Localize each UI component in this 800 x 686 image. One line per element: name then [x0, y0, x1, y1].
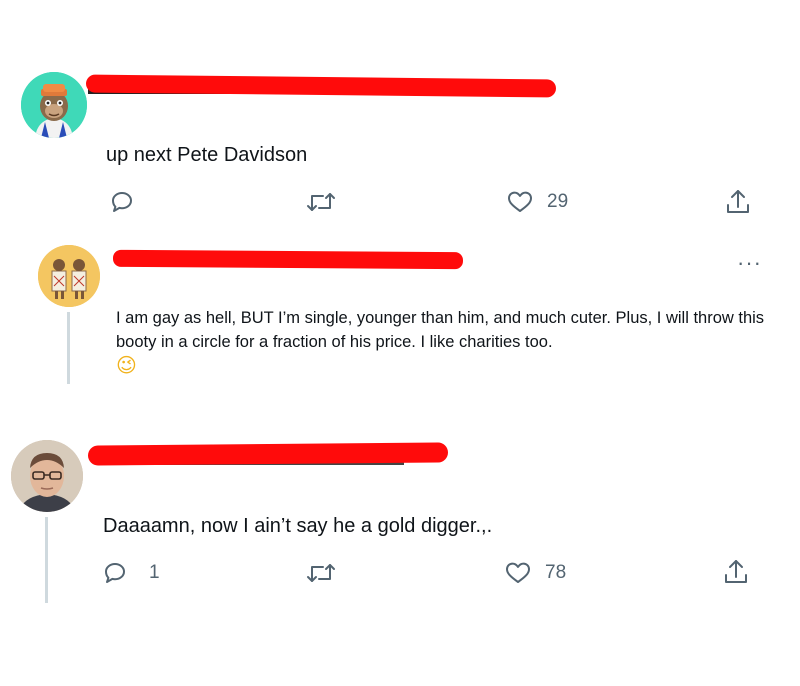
- heart-icon: [508, 191, 532, 212]
- heart-icon: [506, 562, 530, 583]
- reply-text: I am gay as hell, BUT I’m single, younge…: [116, 306, 776, 379]
- author-redaction: [87, 442, 449, 466]
- reply-count: 1: [149, 562, 160, 583]
- like-button[interactable]: 29: [507, 190, 568, 214]
- reply-text-body: I am gay as hell, BUT I’m single, younge…: [116, 309, 765, 351]
- share-icon: [725, 560, 747, 583]
- man-avatar[interactable]: [11, 440, 83, 512]
- man-with-glasses-avatar-icon: [11, 440, 83, 512]
- retweet-button[interactable]: [306, 190, 350, 214]
- retweet-icon: [307, 564, 335, 582]
- author-redaction: [112, 249, 464, 270]
- ape-avatar-icon: [21, 72, 87, 138]
- ape-avatar[interactable]: [21, 72, 87, 138]
- wink-emoji-icon: 😉: [116, 355, 137, 377]
- share-button[interactable]: [725, 188, 751, 216]
- retweet-button[interactable]: [306, 561, 350, 585]
- retweet-icon: [307, 193, 335, 211]
- reply-text: Daaaamn, now I ain’t say he a gold digge…: [103, 515, 493, 537]
- thread-line: [45, 517, 48, 603]
- like-count: 78: [545, 562, 567, 583]
- like-button[interactable]: 78: [505, 561, 566, 585]
- dogs-avatar-icon: [38, 245, 100, 307]
- reply-icon: [112, 192, 132, 212]
- thread-line: [67, 312, 70, 384]
- tweet-text: up next Pete Davidson: [106, 144, 308, 166]
- dogs-avatar[interactable]: [38, 245, 100, 307]
- share-icon: [727, 190, 749, 213]
- like-count: 29: [547, 191, 569, 212]
- author-redaction: [85, 74, 557, 98]
- reply-button[interactable]: [110, 190, 148, 214]
- share-button[interactable]: [723, 558, 749, 586]
- more-options-button[interactable]: ···: [737, 252, 762, 274]
- reply-icon: [105, 563, 125, 583]
- reply-button[interactable]: 1: [103, 561, 160, 585]
